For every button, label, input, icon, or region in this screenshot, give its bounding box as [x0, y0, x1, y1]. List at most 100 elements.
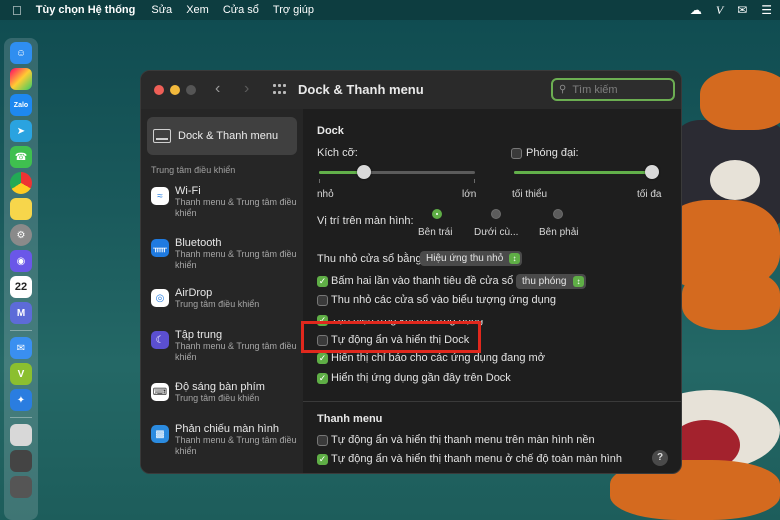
dblclick-checkbox[interactable]: ✓: [317, 276, 328, 287]
dock-separator: [10, 330, 32, 331]
notification-icon[interactable]: ✉: [737, 3, 747, 17]
menu-app-name[interactable]: Tùy chọn Hệ thống: [36, 4, 136, 16]
calendar-icon[interactable]: 22: [10, 276, 32, 298]
sidebar-item-keyboard-brightness[interactable]: ⌨ Độ sáng bàn phím Trung tâm điều khiển: [151, 381, 299, 404]
grid-icon[interactable]: [273, 84, 287, 96]
size-slider-thumb[interactable]: [357, 165, 371, 179]
sidebar-item-bluetooth[interactable]: ᚅ Bluetooth Thanh menu & Trung tâm điều …: [151, 237, 299, 271]
zoom-icon[interactable]: [186, 85, 196, 95]
section-divider: [303, 401, 681, 402]
minimize-to-app-label: Thu nhỏ các cửa sổ vào biểu tượng ứng dụ…: [331, 294, 557, 306]
minimize-icon[interactable]: [170, 85, 180, 95]
window-thumbnail-icon[interactable]: [10, 450, 32, 472]
menu-item-view[interactable]: Xem: [186, 4, 209, 16]
position-left-label: Bên trái: [418, 227, 453, 238]
sidebar-section-header: Trung tâm điều khiển: [151, 165, 236, 175]
wifi-icon: ≈: [151, 187, 169, 205]
window-thumbnail-icon[interactable]: [10, 424, 32, 446]
search-input[interactable]: ⚲ Tìm kiếm: [551, 78, 675, 101]
discord-icon[interactable]: ◉: [10, 250, 32, 272]
position-left-radio[interactable]: [432, 209, 442, 219]
sidebar-item-focus[interactable]: ☾ Tập trung Thanh menu & Trung tâm điều …: [151, 329, 299, 363]
sidebar-item-subtitle: Thanh menu & Trung tâm điều khiển: [175, 341, 297, 362]
telegram-icon[interactable]: ➤: [10, 120, 32, 142]
sidebar: Dock & Thanh menu Trung tâm điều khiển ≈…: [141, 109, 303, 473]
position-label: Vị trí trên màn hình:: [317, 215, 414, 227]
sidebar-item-subtitle: Thanh menu & Trung tâm điều khiển: [175, 249, 297, 270]
vectorize-icon[interactable]: V: [10, 363, 32, 385]
chrome-icon[interactable]: [10, 172, 32, 194]
notes-icon[interactable]: [10, 198, 32, 220]
cloud-icon[interactable]: ☁: [690, 3, 702, 17]
magnify-checkbox[interactable]: [511, 148, 522, 159]
minimize-to-app-checkbox[interactable]: [317, 295, 328, 306]
slider-tick: [319, 179, 320, 183]
size-min-label: nhỏ: [317, 189, 334, 200]
dblclick-action-value: thu phóng: [522, 276, 567, 287]
dock: ☺ Zalo ➤ ☎ ⚙ ◉ 22 M ✉ V ✦: [4, 38, 38, 520]
search-icon: ⚲: [559, 84, 567, 95]
menu-bar:  Tùy chọn Hệ thống Sửa Xem Cửa sổ Trợ g…: [0, 0, 780, 20]
menu-item-window[interactable]: Cửa sổ: [223, 4, 259, 16]
menubar-section-title: Thanh menu: [317, 413, 383, 425]
magnify-slider-thumb[interactable]: [645, 165, 659, 179]
dock-settings-icon: [153, 129, 171, 143]
autohide-menubar-fullscreen-checkbox[interactable]: ✓: [317, 454, 328, 465]
magnify-min-label: tối thiểu: [512, 189, 548, 200]
zalo-icon[interactable]: Zalo: [10, 94, 32, 116]
screen-mirroring-icon: ▩: [151, 425, 169, 443]
mail-icon[interactable]: ✉: [10, 337, 32, 359]
highlight-box: [301, 321, 481, 353]
position-right-radio[interactable]: [553, 209, 563, 219]
vectorize-menubar-icon[interactable]: V: [716, 3, 723, 18]
apple-icon[interactable]: : [12, 3, 22, 18]
show-indicators-checkbox[interactable]: ✓: [317, 353, 328, 364]
bluetooth-icon: ᚅ: [151, 239, 169, 257]
dblclick-label: Bấm hai lần vào thanh tiêu đề cửa sổ để: [331, 275, 529, 287]
sidebar-item-subtitle: Trung tâm điều khiển: [175, 393, 260, 403]
position-right-label: Bên phải: [539, 227, 579, 238]
dock-settings-panel: Dock Kích cỡ: nhỏ lớn Phóng đại: tối thi…: [301, 109, 681, 473]
show-indicators-label: Hiển thị chỉ báo cho các ứng dụng đang m…: [331, 352, 545, 364]
back-icon[interactable]: ‹: [215, 80, 220, 98]
menu-item-edit[interactable]: Sửa: [151, 4, 172, 16]
show-recent-apps-checkbox[interactable]: ✓: [317, 373, 328, 384]
minimize-label: Thu nhỏ cửa sổ bằng:: [317, 253, 425, 265]
sidebar-item-subtitle: Thanh menu & Trung tâm điều khiển: [175, 197, 297, 218]
launchpad-icon[interactable]: [10, 68, 32, 90]
sidebar-item-wifi[interactable]: ≈ Wi-Fi Thanh menu & Trung tâm điều khiể…: [151, 185, 299, 219]
control-center-icon[interactable]: ☰: [761, 3, 772, 17]
position-bottom-radio[interactable]: [491, 209, 501, 219]
sidebar-item-screen-mirroring[interactable]: ▩ Phản chiếu màn hình Thanh menu & Trung…: [151, 423, 299, 457]
dblclick-action-select[interactable]: thu phóng ↕: [516, 274, 586, 289]
chevron-updown-icon: ↕: [573, 276, 584, 287]
window-thumbnail-icon[interactable]: [10, 476, 32, 498]
minimize-effect-select[interactable]: Hiệu ứng thu nhỏ ↕: [420, 251, 522, 266]
sidebar-item-title: Tập trung: [175, 329, 223, 341]
sidebar-item-title: Bluetooth: [175, 237, 222, 249]
close-icon[interactable]: [154, 85, 164, 95]
size-label: Kích cỡ:: [317, 147, 358, 159]
finder-icon[interactable]: ☺: [10, 42, 32, 64]
size-max-label: lớn: [462, 189, 477, 200]
sidebar-item-dock[interactable]: Dock & Thanh menu: [147, 117, 297, 155]
show-recent-apps-label: Hiển thị ứng dụng gần đây trên Dock: [331, 372, 511, 384]
settings-icon[interactable]: ⚙: [10, 224, 32, 246]
whatsapp-icon[interactable]: ☎: [10, 146, 32, 168]
magnify-max-label: tối đa: [637, 189, 662, 200]
minimize-effect-value: Hiệu ứng thu nhỏ: [426, 253, 504, 264]
menu-item-help[interactable]: Trợ giúp: [273, 4, 314, 16]
sidebar-item-airdrop[interactable]: ◎ AirDrop Trung tâm điều khiển: [151, 287, 299, 310]
sidebar-item-title: Phản chiếu màn hình: [175, 423, 279, 435]
title-bar: ‹ › Dock & Thanh menu ⚲ Tìm kiếm: [141, 71, 681, 109]
help-button[interactable]: ?: [652, 450, 668, 466]
slider-tick: [474, 179, 475, 183]
bird-icon[interactable]: ✦: [10, 389, 32, 411]
dock-section-title: Dock: [317, 125, 344, 137]
cursor-icon[interactable]: M: [10, 302, 32, 324]
magnify-label: Phóng đại:: [526, 147, 579, 159]
autohide-menubar-desktop-checkbox[interactable]: [317, 435, 328, 446]
forward-icon[interactable]: ›: [244, 80, 249, 98]
sidebar-item-subtitle: Thanh menu & Trung tâm điều khiển: [175, 435, 297, 456]
magnify-slider-fill: [514, 171, 654, 174]
